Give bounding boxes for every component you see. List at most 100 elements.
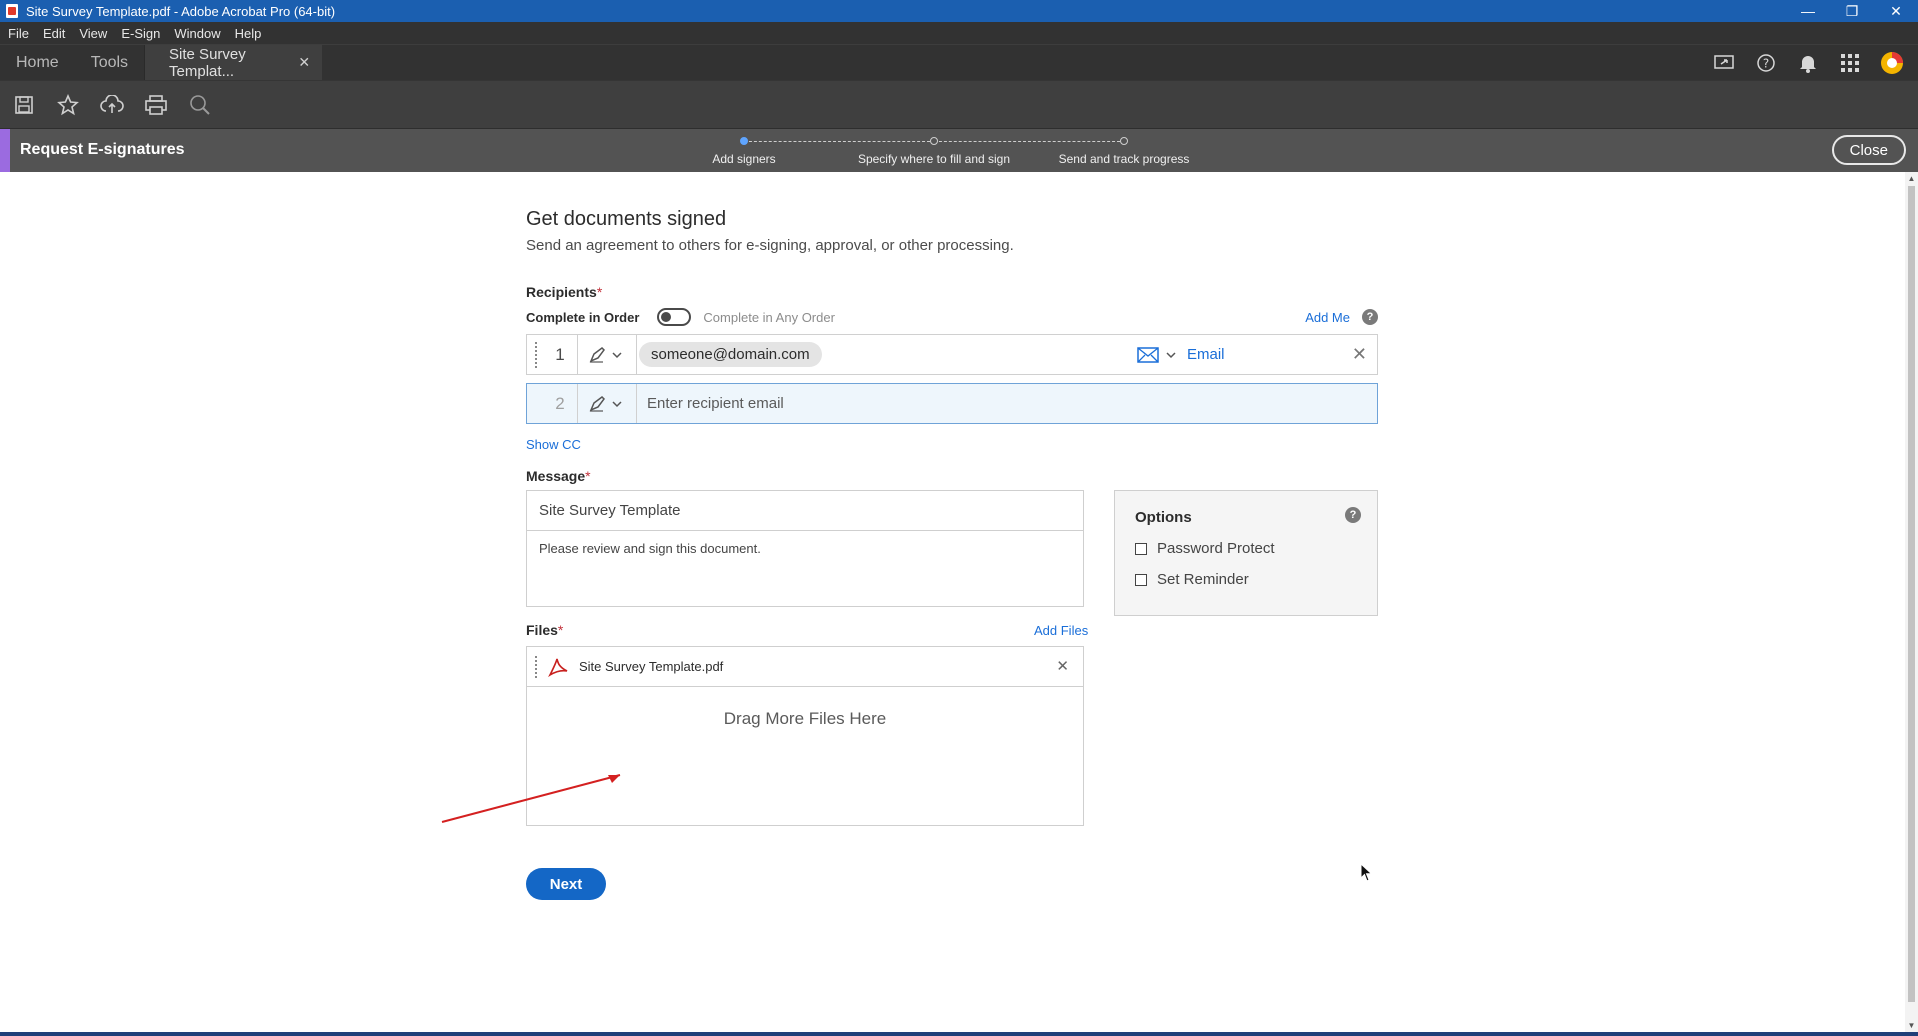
required-mark: *: [596, 284, 603, 300]
taskbar-edge: [0, 1032, 1918, 1036]
cloud-upload-icon[interactable]: [100, 93, 124, 117]
close-tab-icon[interactable]: ✕: [298, 54, 310, 71]
set-reminder-option[interactable]: Set Reminder: [1135, 571, 1357, 588]
apps-grid-icon[interactable]: [1838, 51, 1862, 75]
step-label-2: Specify where to fill and sign: [857, 152, 1011, 166]
tab-document-label: Site Survey Templat...: [169, 45, 246, 80]
recipients-label: Recipients*: [526, 284, 1378, 300]
password-protect-checkbox[interactable]: [1135, 542, 1147, 555]
send-form: Get documents signed Send an agreement t…: [526, 208, 1378, 908]
notifications-bell-icon[interactable]: [1796, 51, 1820, 75]
minimize-icon[interactable]: —: [1786, 0, 1830, 22]
toolbar: [0, 80, 1918, 128]
chevron-down-icon: [1166, 351, 1176, 358]
options-title: Options: [1135, 509, 1192, 526]
password-protect-label: Password Protect: [1157, 540, 1275, 557]
scrollbar-thumb[interactable]: [1908, 186, 1915, 1002]
file-name: Site Survey Template.pdf: [579, 659, 724, 674]
files-label-text: Files: [526, 622, 558, 638]
delivery-method-dropdown[interactable]: Email: [1137, 335, 1225, 374]
pdf-file-icon: [547, 656, 569, 678]
scroll-down-icon[interactable]: ▼: [1907, 1021, 1916, 1030]
options-help-icon[interactable]: ?: [1345, 507, 1361, 523]
remove-file-icon[interactable]: ✕: [1056, 657, 1069, 675]
tab-document[interactable]: Site Survey Templat... ✕: [144, 45, 323, 80]
required-mark: *: [585, 468, 591, 484]
complete-any-order-label: Complete in Any Order: [703, 309, 835, 325]
row-divider: [636, 335, 637, 374]
recipient-index: 2: [555, 393, 565, 413]
acrobat-app-icon: [6, 4, 18, 18]
save-icon[interactable]: [12, 93, 36, 117]
row-divider: [636, 384, 637, 423]
step-dot-2: [930, 137, 938, 145]
page-title: Get documents signed: [526, 208, 727, 230]
tab-bar: Home Tools Site Survey Templat... ✕ ?: [0, 44, 1918, 80]
esign-title: Request E-signatures: [20, 141, 185, 158]
show-cc-link[interactable]: Show CC: [526, 437, 581, 452]
message-box: Site Survey Template Please review and s…: [526, 490, 1084, 607]
message-body-textarea[interactable]: Please review and sign this document.: [527, 531, 1083, 566]
menu-file[interactable]: File: [8, 26, 29, 41]
tab-tools[interactable]: Tools: [75, 45, 144, 80]
window-titlebar: Site Survey Template.pdf - Adobe Acrobat…: [0, 0, 1918, 22]
recipient-email-chip[interactable]: someone@domain.com: [639, 342, 822, 367]
set-reminder-label: Set Reminder: [1157, 571, 1249, 588]
tab-home[interactable]: Home: [0, 45, 75, 80]
print-icon[interactable]: [144, 93, 168, 117]
step-label-1: Add signers: [712, 152, 776, 166]
menu-esign[interactable]: E-Sign: [121, 26, 160, 41]
help-icon[interactable]: ?: [1754, 51, 1778, 75]
signer-role-dropdown[interactable]: [578, 395, 636, 413]
share-screen-icon[interactable]: [1712, 51, 1736, 75]
menu-window[interactable]: Window: [174, 26, 220, 41]
next-button[interactable]: Next: [526, 868, 606, 900]
menu-bar: File Edit View E-Sign Window Help: [0, 22, 1918, 44]
search-zoom-icon[interactable]: [188, 93, 212, 117]
recipient-row-2: 2: [526, 383, 1378, 424]
menu-edit[interactable]: Edit: [43, 26, 65, 41]
close-window-icon[interactable]: ✕: [1874, 0, 1918, 22]
agreement-name-input[interactable]: Site Survey Template: [527, 491, 1083, 531]
scroll-up-icon[interactable]: ▲: [1907, 174, 1916, 183]
step-connector: [934, 141, 1120, 142]
recipients-help-icon[interactable]: ?: [1362, 309, 1378, 325]
pen-icon: [589, 346, 622, 363]
step-label-3: Send and track progress: [1058, 152, 1190, 166]
menu-view[interactable]: View: [79, 26, 107, 41]
add-files-link[interactable]: Add Files: [1034, 623, 1088, 638]
step-connector: [744, 141, 930, 142]
vertical-scrollbar[interactable]: ▲ ▼: [1905, 172, 1918, 1032]
set-reminder-checkbox[interactable]: [1135, 573, 1147, 586]
drag-handle-icon[interactable]: [535, 655, 543, 678]
signing-order-toggle[interactable]: [657, 308, 692, 326]
message-label-text: Message: [526, 468, 586, 484]
page-subtitle: Send an agreement to others for e-signin…: [526, 237, 1014, 254]
options-panel: Options ? Password Protect Set Reminder: [1114, 490, 1378, 616]
menu-help[interactable]: Help: [235, 26, 262, 41]
window-title: Site Survey Template.pdf - Adobe Acrobat…: [26, 3, 336, 19]
user-avatar[interactable]: [1880, 51, 1904, 75]
add-me-link[interactable]: Add Me: [1305, 310, 1350, 325]
annotation-arrow-icon: [441, 774, 621, 823]
restore-icon[interactable]: ❐: [1830, 0, 1874, 22]
remove-recipient-icon[interactable]: ✕: [1352, 344, 1367, 365]
mouse-cursor-icon: [1360, 863, 1373, 882]
recipient-email-input[interactable]: [647, 395, 1147, 412]
esign-accent-stripe: [0, 129, 10, 173]
progress-steps: Add signers Specify where to fill and si…: [700, 133, 1200, 169]
envelope-icon: [1137, 346, 1159, 363]
files-label: Files*: [526, 622, 563, 638]
step-dot-3: [1120, 137, 1128, 145]
drag-handle-icon[interactable]: [535, 341, 543, 368]
bookmark-star-icon[interactable]: [56, 93, 80, 117]
delivery-method-label: Email: [1187, 346, 1225, 363]
password-protect-option[interactable]: Password Protect: [1135, 540, 1357, 557]
recipient-row-1: 1 someone@domain.com Email ✕: [526, 334, 1378, 375]
close-button[interactable]: Close: [1831, 135, 1906, 165]
signer-role-dropdown[interactable]: [578, 346, 636, 364]
svg-text:?: ?: [1763, 56, 1769, 70]
message-label: Message*: [526, 468, 1378, 484]
signing-order-row: Complete in Order Complete in Any Order …: [526, 308, 1378, 326]
pen-icon: [589, 395, 622, 412]
